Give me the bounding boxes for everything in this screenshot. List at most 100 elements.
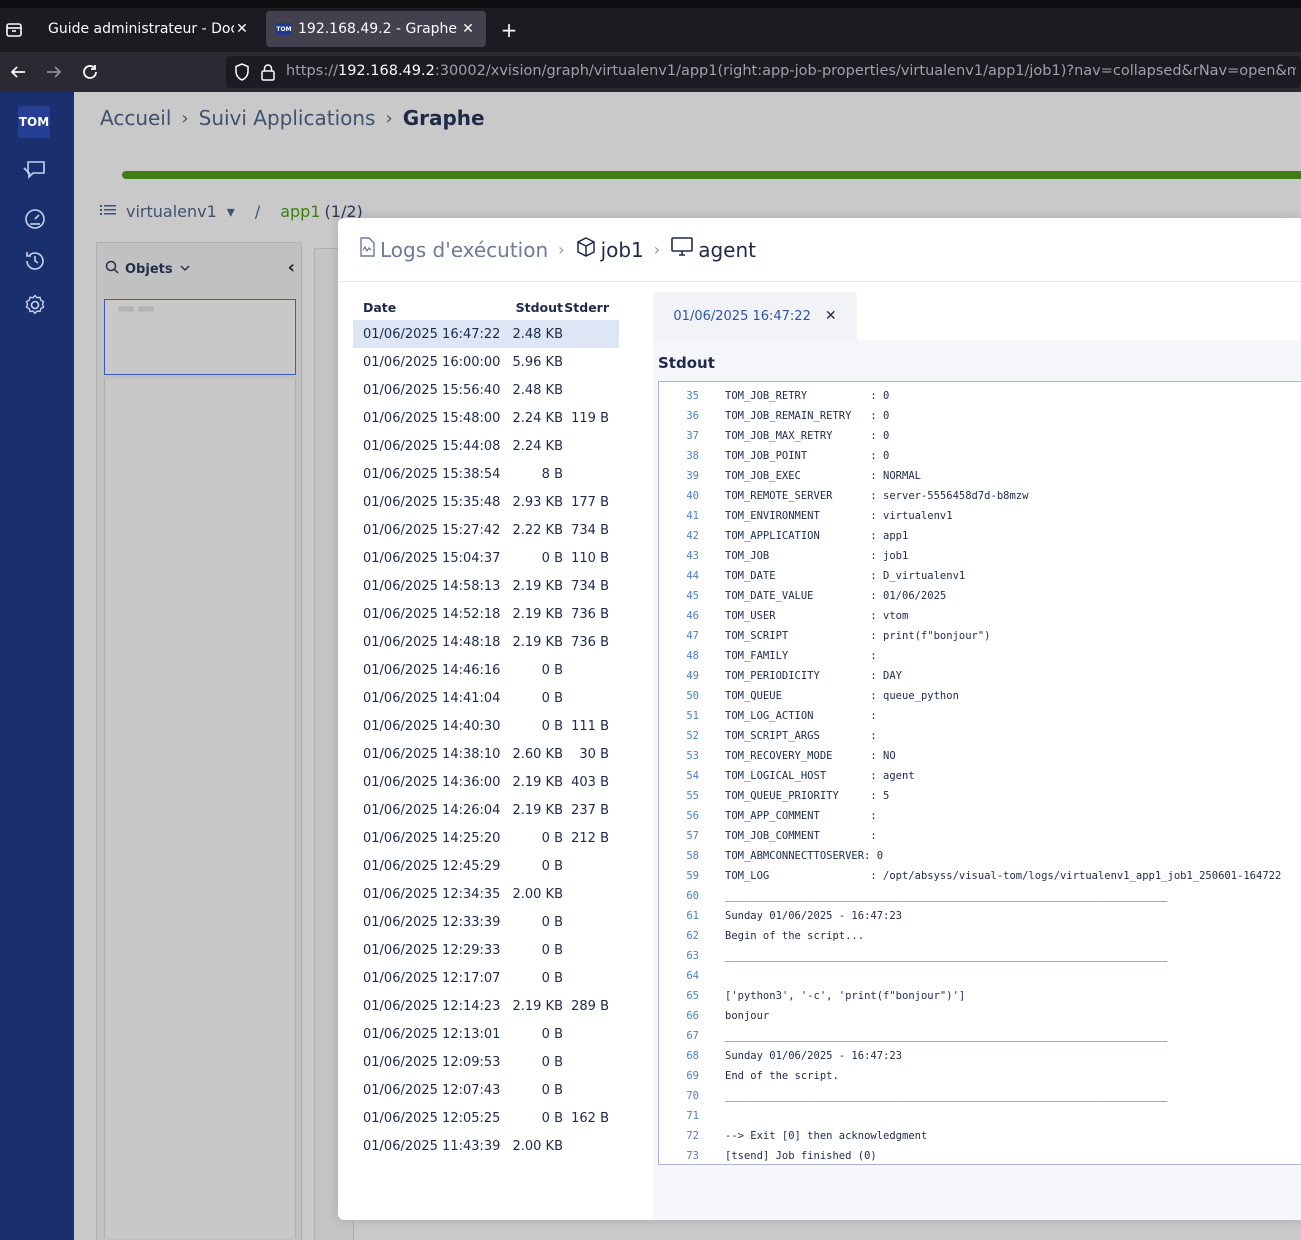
tab-graphe[interactable]: TOM 192.168.49.2 - Graphe ✕ <box>266 11 486 47</box>
line-text: Sunday 01/06/2025 - 16:47:23 <box>725 910 903 922</box>
table-row[interactable]: 01/06/2025 12:29:33 0 B <box>353 936 619 964</box>
stdout-title: Stdout <box>658 354 715 372</box>
cell-date: 01/06/2025 16:47:22 <box>363 326 501 342</box>
table-row[interactable]: 01/06/2025 12:34:35 2.00 KB <box>353 880 619 908</box>
tab-list-icon[interactable] <box>4 20 24 40</box>
table-row[interactable]: 01/06/2025 12:13:01 0 B <box>353 1020 619 1048</box>
line-text: TOM_SCRIPT : print(f"bonjour") <box>725 630 991 642</box>
line-number: 36 <box>686 410 699 422</box>
table-row[interactable]: 01/06/2025 12:09:53 0 B <box>353 1048 619 1076</box>
cell-stdout: 5.96 KB <box>512 354 563 370</box>
caret-down-icon[interactable]: ▾ <box>227 202 235 221</box>
table-row[interactable]: 01/06/2025 12:17:07 0 B <box>353 964 619 992</box>
code-line: 40 TOM_REMOTE_SERVER : server-5556458d7d-… <box>659 486 1301 506</box>
table-row[interactable]: 01/06/2025 14:52:18 2.19 KB 736 B <box>353 600 619 628</box>
line-number: 58 <box>686 850 699 862</box>
cell-stdout: 2.00 KB <box>512 1138 563 1154</box>
line-text: ________________________________________… <box>725 1090 1168 1102</box>
chevron-right-icon: › <box>653 240 661 259</box>
table-row[interactable]: 01/06/2025 12:07:43 0 B <box>353 1076 619 1104</box>
search-icon[interactable] <box>105 260 119 278</box>
table-row[interactable]: 01/06/2025 14:48:18 2.19 KB 736 B <box>353 628 619 656</box>
table-row[interactable]: 01/06/2025 14:25:20 0 B 212 B <box>353 824 619 852</box>
line-text: TOM_LOGICAL_HOST : agent <box>725 770 915 782</box>
job-crumb[interactable]: job1 <box>575 236 644 263</box>
table-row[interactable]: 01/06/2025 12:14:23 2.19 KB 289 B <box>353 992 619 1020</box>
logs-crumb[interactable]: Logs d'exécution <box>358 237 548 262</box>
close-icon[interactable]: ✕ <box>234 21 250 37</box>
line-text: TOM_LOG_ACTION : <box>725 710 877 722</box>
code-line: 72 --> Exit [0] then acknowledgment <box>659 1126 1301 1146</box>
close-icon[interactable]: ✕ <box>460 21 476 37</box>
chevron-down-icon[interactable] <box>179 262 191 277</box>
stdout-code-viewer[interactable]: 35 TOM_JOB_RETRY : 0 36 TOM_JOB_REMAIN_RETR… <box>658 381 1301 1165</box>
collapse-panel-chevron-icon[interactable]: ‹ <box>288 257 295 278</box>
table-row[interactable]: 01/06/2025 15:38:54 8 B <box>353 460 619 488</box>
dashboard-gauge-icon[interactable] <box>22 206 48 232</box>
path-separator: / <box>254 202 261 221</box>
cell-stdout: 0 B <box>541 1110 563 1126</box>
table-row[interactable]: 01/06/2025 14:40:30 0 B 111 B <box>353 712 619 740</box>
lock-warning-icon[interactable] <box>260 63 276 85</box>
history-icon[interactable] <box>22 248 48 274</box>
back-arrow-icon[interactable] <box>8 62 28 82</box>
application-name[interactable]: app1 <box>280 202 320 221</box>
code-line: 48 TOM_FAMILY : <box>659 646 1301 666</box>
line-text: TOM_REMOTE_SERVER : server-5556458d7d-b8… <box>725 490 1029 502</box>
table-row[interactable]: 01/06/2025 14:46:16 0 B <box>353 656 619 684</box>
table-row[interactable]: 01/06/2025 15:44:08 2.24 KB <box>353 432 619 460</box>
code-line: 53 TOM_RECOVERY_MODE : NO <box>659 746 1301 766</box>
objects-list <box>104 379 296 1239</box>
breadcrumb-suivi-applications[interactable]: Suivi Applications <box>199 106 376 130</box>
table-row[interactable]: 01/06/2025 14:36:00 2.19 KB 403 B <box>353 768 619 796</box>
table-row[interactable]: 01/06/2025 14:41:04 0 B <box>353 684 619 712</box>
header-stdout[interactable]: Stdout <box>501 300 563 315</box>
table-row[interactable]: 01/06/2025 15:35:48 2.93 KB 177 B <box>353 488 619 516</box>
table-row[interactable]: 01/06/2025 11:43:39 2.00 KB <box>353 1132 619 1160</box>
header-date[interactable]: Date <box>353 300 501 315</box>
tracking-shield-icon[interactable] <box>234 63 250 85</box>
monitoring-chat-icon[interactable] <box>22 158 48 184</box>
table-row[interactable]: 01/06/2025 15:27:42 2.22 KB 734 B <box>353 516 619 544</box>
line-number: 57 <box>686 830 699 842</box>
header-stderr[interactable]: Stderr <box>563 300 619 315</box>
cell-date: 01/06/2025 12:34:35 <box>363 886 501 902</box>
forward-arrow-icon[interactable] <box>44 62 64 82</box>
table-row[interactable]: 01/06/2025 12:05:25 0 B 162 B <box>353 1104 619 1132</box>
line-text: TOM_JOB_RETRY : 0 <box>725 390 890 402</box>
line-text: End of the script. <box>725 1070 839 1082</box>
address-bar[interactable]: https://192.168.49.2:30002/xvision/graph… <box>226 56 1301 88</box>
gear-icon[interactable] <box>22 292 48 318</box>
code-line: 54 TOM_LOGICAL_HOST : agent <box>659 766 1301 786</box>
table-row[interactable]: 01/06/2025 15:56:40 2.48 KB <box>353 376 619 404</box>
table-row[interactable]: 01/06/2025 14:38:10 2.60 KB 30 B <box>353 740 619 768</box>
table-row[interactable]: 01/06/2025 14:58:13 2.19 KB 734 B <box>353 572 619 600</box>
objets-dropdown[interactable]: Objets <box>125 262 173 277</box>
table-row[interactable]: 01/06/2025 15:04:37 0 B 110 B <box>353 544 619 572</box>
table-row[interactable]: 01/06/2025 15:48:00 2.24 KB 119 B <box>353 404 619 432</box>
code-line: 56 TOM_APP_COMMENT : <box>659 806 1301 826</box>
reload-icon[interactable] <box>80 62 100 82</box>
table-row[interactable]: 01/06/2025 12:33:39 0 B <box>353 908 619 936</box>
log-tab-selected[interactable]: 01/06/2025 16:47:22 ✕ <box>653 292 857 340</box>
url-text[interactable]: https://192.168.49.2:30002/xvision/graph… <box>286 63 1296 79</box>
close-icon[interactable]: ✕ <box>825 308 837 324</box>
agent-crumb[interactable]: agent <box>670 236 756 263</box>
line-number: 50 <box>686 690 699 702</box>
cell-date: 01/06/2025 12:14:23 <box>363 998 501 1014</box>
cell-stdout: 0 B <box>541 970 563 986</box>
tab-guide-administrateur[interactable]: Guide administrateur - Documentation ✕ <box>38 11 260 47</box>
new-tab-plus-icon[interactable]: + <box>498 18 520 42</box>
breadcrumb-accueil[interactable]: Accueil <box>100 106 171 130</box>
table-row[interactable]: 01/06/2025 12:45:29 0 B <box>353 852 619 880</box>
environment-select[interactable]: virtualenv1 <box>126 202 217 221</box>
line-number: 44 <box>686 570 699 582</box>
tom-logo[interactable]: TOM <box>18 106 50 138</box>
table-row[interactable]: 01/06/2025 16:00:00 5.96 KB <box>353 348 619 376</box>
table-row[interactable]: 01/06/2025 16:47:22 2.48 KB <box>353 320 619 348</box>
graph-thumbnail[interactable] <box>104 299 296 375</box>
list-icon[interactable] <box>100 202 116 221</box>
cell-stdout: 0 B <box>541 1054 563 1070</box>
code-line: 60 ______________________________________… <box>659 886 1301 906</box>
table-row[interactable]: 01/06/2025 14:26:04 2.19 KB 237 B <box>353 796 619 824</box>
